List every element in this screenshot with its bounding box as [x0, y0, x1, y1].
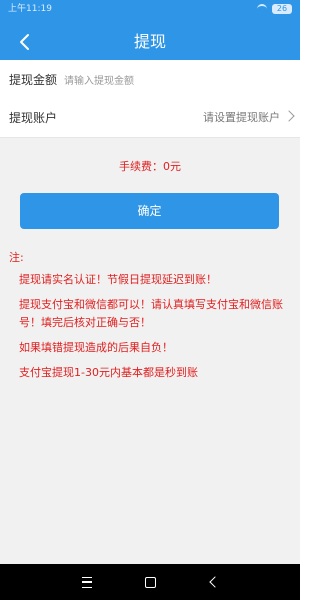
- page-header: 提现: [0, 18, 300, 66]
- note-item: 提现支付宝和微信都可以！请认真填写支付宝和微信账号！填完后核对正确与否！: [19, 298, 283, 329]
- status-time: 上午11:19: [8, 4, 52, 14]
- notes-title: 注:: [9, 251, 24, 264]
- confirm-button[interactable]: 确定: [20, 193, 279, 229]
- note-item: 支付宝提现1-30元内基本都是秒到账: [19, 366, 198, 379]
- nav-back-button[interactable]: [195, 564, 231, 600]
- back-icon: [209, 576, 221, 588]
- fee-text: 手续费：0元: [119, 160, 181, 173]
- amount-input[interactable]: [62, 68, 286, 94]
- page-title: 提现: [133, 32, 166, 51]
- nav-menu-button[interactable]: [69, 564, 105, 600]
- amount-row: 提现金额: [0, 60, 300, 100]
- nav-home-button[interactable]: [132, 564, 168, 600]
- account-label: 提现账户: [9, 111, 58, 125]
- status-bar: 上午11:19 26: [0, 0, 300, 18]
- status-icons: 26: [257, 0, 292, 18]
- withdraw-screen: 上午11:19 26 提现 提现金额 提现账户 请设置提现账户 手续费：0元 确…: [0, 0, 300, 600]
- system-nav-bar: [0, 564, 300, 600]
- menu-icon: [82, 576, 92, 588]
- account-row[interactable]: 提现账户 请设置提现账户: [0, 98, 300, 138]
- wifi-icon: [257, 4, 267, 14]
- home-icon: [144, 576, 156, 588]
- chevron-right-icon: [283, 110, 295, 122]
- amount-label: 提现金额: [9, 73, 58, 87]
- notes-section: 注: 提现请实名认证！节假日提现延迟到账！ 提现支付宝和微信都可以！请认真填写支…: [9, 249, 290, 389]
- account-value: 请设置提现账户: [203, 111, 280, 124]
- battery-icon: 26: [272, 4, 292, 14]
- note-item: 如果填错提现造成的后果自负！: [19, 341, 173, 354]
- note-item: 提现请实名认证！节假日提现延迟到账！: [19, 273, 217, 286]
